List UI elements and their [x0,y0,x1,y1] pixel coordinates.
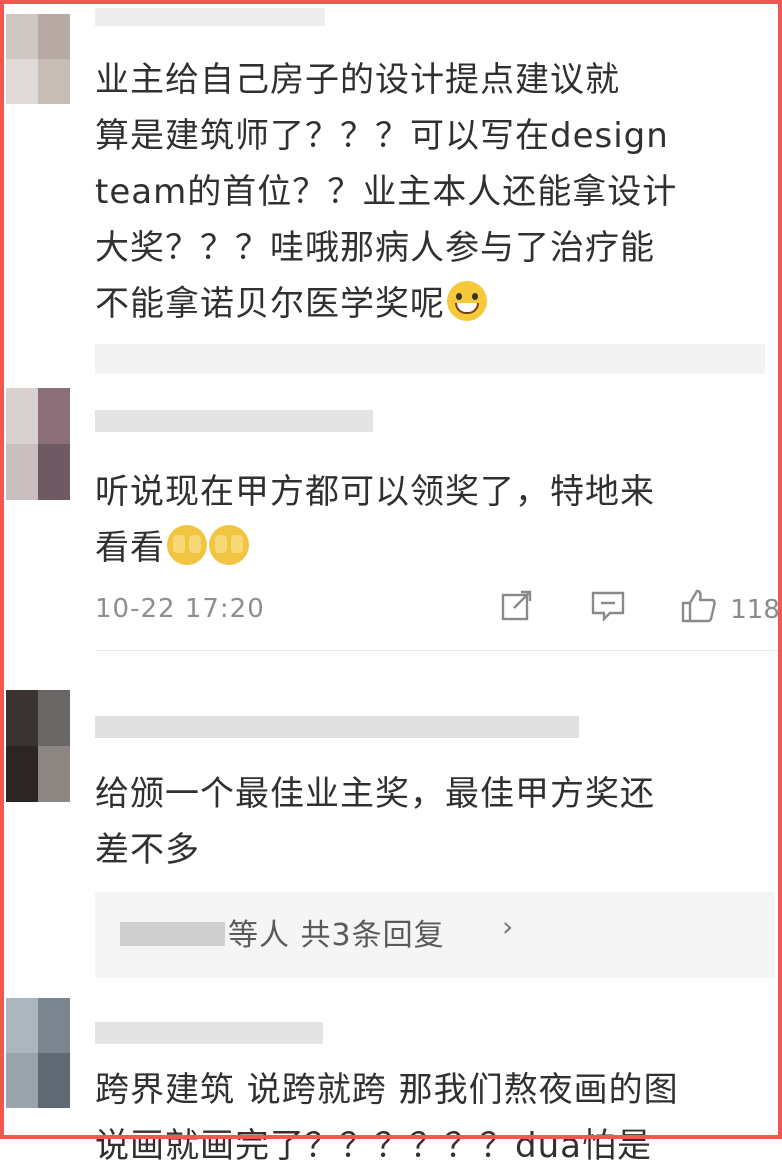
comment-icon [591,591,625,622]
face-cover-emoji-icon [209,525,249,565]
comment-time: 10-22 17:20 [95,594,265,624]
username-blurred[interactable] [95,716,579,738]
comment-button[interactable] [590,588,626,629]
comment-text: 跨界建筑 说跨就跨 那我们熬夜画的图 说画就画完了？？？？？？dua怕是 [95,1070,679,1166]
share-button[interactable] [500,588,534,629]
reply-summary-text[interactable]: 等人 共3条回复 [228,910,445,954]
face-cover-emoji-icon [167,525,207,565]
comment-text: 听说现在甲方都可以领奖了，特地来 看看 [95,472,655,568]
grinning-emoji-icon [447,281,487,321]
thumbs-up-icon [681,589,716,623]
share-icon [501,590,532,621]
avatar[interactable] [6,998,70,1108]
avatar[interactable] [6,14,70,104]
like-count: 118 [730,595,780,625]
reply-usernames-blurred [120,922,225,946]
comment-text: 业主给自己房子的设计提点建议就 算是建筑师了？？？可以写在design team… [95,60,678,324]
comment-text: 给颁一个最佳业主奖，最佳甲方奖还 差不多 [95,774,655,870]
username-blurred[interactable] [95,410,373,432]
avatar[interactable] [6,690,70,802]
like-button[interactable]: 118 [680,588,782,625]
username-blurred[interactable] [95,1022,323,1044]
divider [95,650,782,651]
avatar[interactable] [6,388,70,500]
username-blurred[interactable] [95,8,325,26]
chevron-right-icon[interactable]: › [502,910,513,943]
blurred-footer [95,344,765,374]
